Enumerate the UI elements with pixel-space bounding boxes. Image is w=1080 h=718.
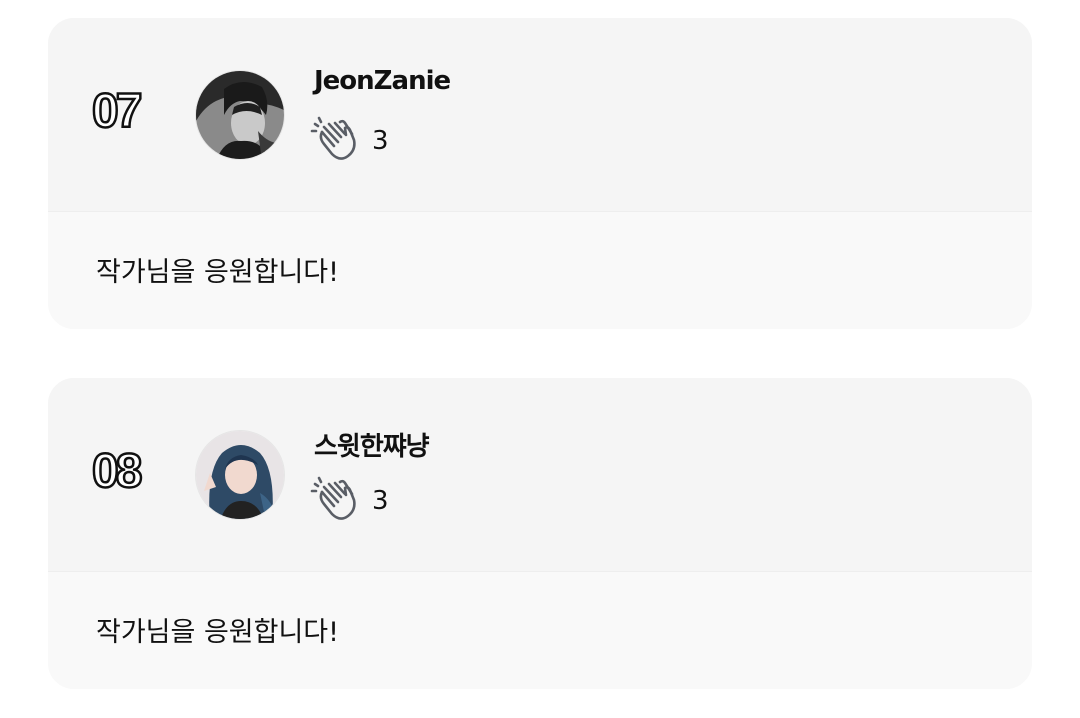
comment-text: 작가님을 응원합니다!: [96, 617, 339, 648]
cheer-count: 3: [372, 126, 389, 156]
avatar[interactable]: [195, 430, 285, 520]
cheer-count: 3: [372, 486, 389, 516]
clapping-hands-icon: [310, 116, 356, 160]
comment-header: 08 스윗한쨔냥 3: [48, 378, 1032, 571]
comment-card: 07 JeonZanie 3 작가님을 응원합니다!: [48, 18, 1032, 329]
cheer-button[interactable]: 3: [310, 114, 389, 164]
clapping-hands-icon: [310, 476, 356, 520]
rank-number: 07: [91, 85, 144, 138]
comment-body: 작가님을 응원합니다!: [48, 571, 1032, 689]
comment-text: 작가님을 응원합니다!: [96, 257, 339, 288]
rank-number: 08: [91, 445, 144, 498]
username[interactable]: JeonZanie: [314, 66, 451, 96]
comment-body: 작가님을 응원합니다!: [48, 211, 1032, 329]
avatar[interactable]: [195, 70, 285, 160]
cheer-button[interactable]: 3: [310, 474, 389, 524]
username[interactable]: 스윗한쨔냥: [314, 426, 430, 463]
comment-list: 07 JeonZanie 3 작가님을 응원합니다! 08 스윗한쨔냥 3 작가…: [0, 0, 1080, 718]
comment-card: 08 스윗한쨔냥 3 작가님을 응원합니다!: [48, 378, 1032, 689]
comment-header: 07 JeonZanie 3: [48, 18, 1032, 211]
